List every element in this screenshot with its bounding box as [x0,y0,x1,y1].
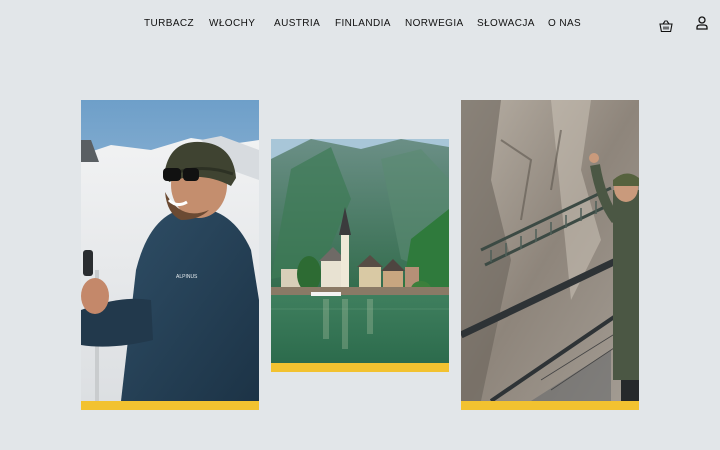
gallery-card-via-ferrata[interactable] [461,100,639,410]
nav-item-wlochy[interactable]: WŁOCHY [209,18,255,29]
nav-item-turbacz[interactable]: TURBACZ [144,18,194,29]
nav-item-norwegia[interactable]: NORWEGIA [405,18,464,29]
hallstatt-photo [271,139,449,363]
accent-bar [461,401,639,410]
gallery-card-hallstatt[interactable] [271,139,449,372]
main-navigation: TURBACZ WŁOCHY AUSTRIA FINLANDIA NORWEGI… [0,0,720,50]
accent-bar [271,363,449,372]
jacket-logo: ALPINUS [176,274,198,280]
hiker-photo: ALPINUS [81,100,259,401]
nav-item-austria[interactable]: AUSTRIA [274,18,320,29]
user-icon[interactable] [696,16,708,30]
accent-bar [81,401,259,410]
gallery-card-hiker[interactable]: ALPINUS [81,100,259,410]
nav-item-finlandia[interactable]: FINLANDIA [335,18,391,29]
via-ferrata-photo [461,100,639,401]
nav-item-slowacja[interactable]: SŁOWACJA [477,18,535,29]
nav-item-o-nas[interactable]: O NAS [548,18,581,29]
basket-icon[interactable] [659,19,673,33]
